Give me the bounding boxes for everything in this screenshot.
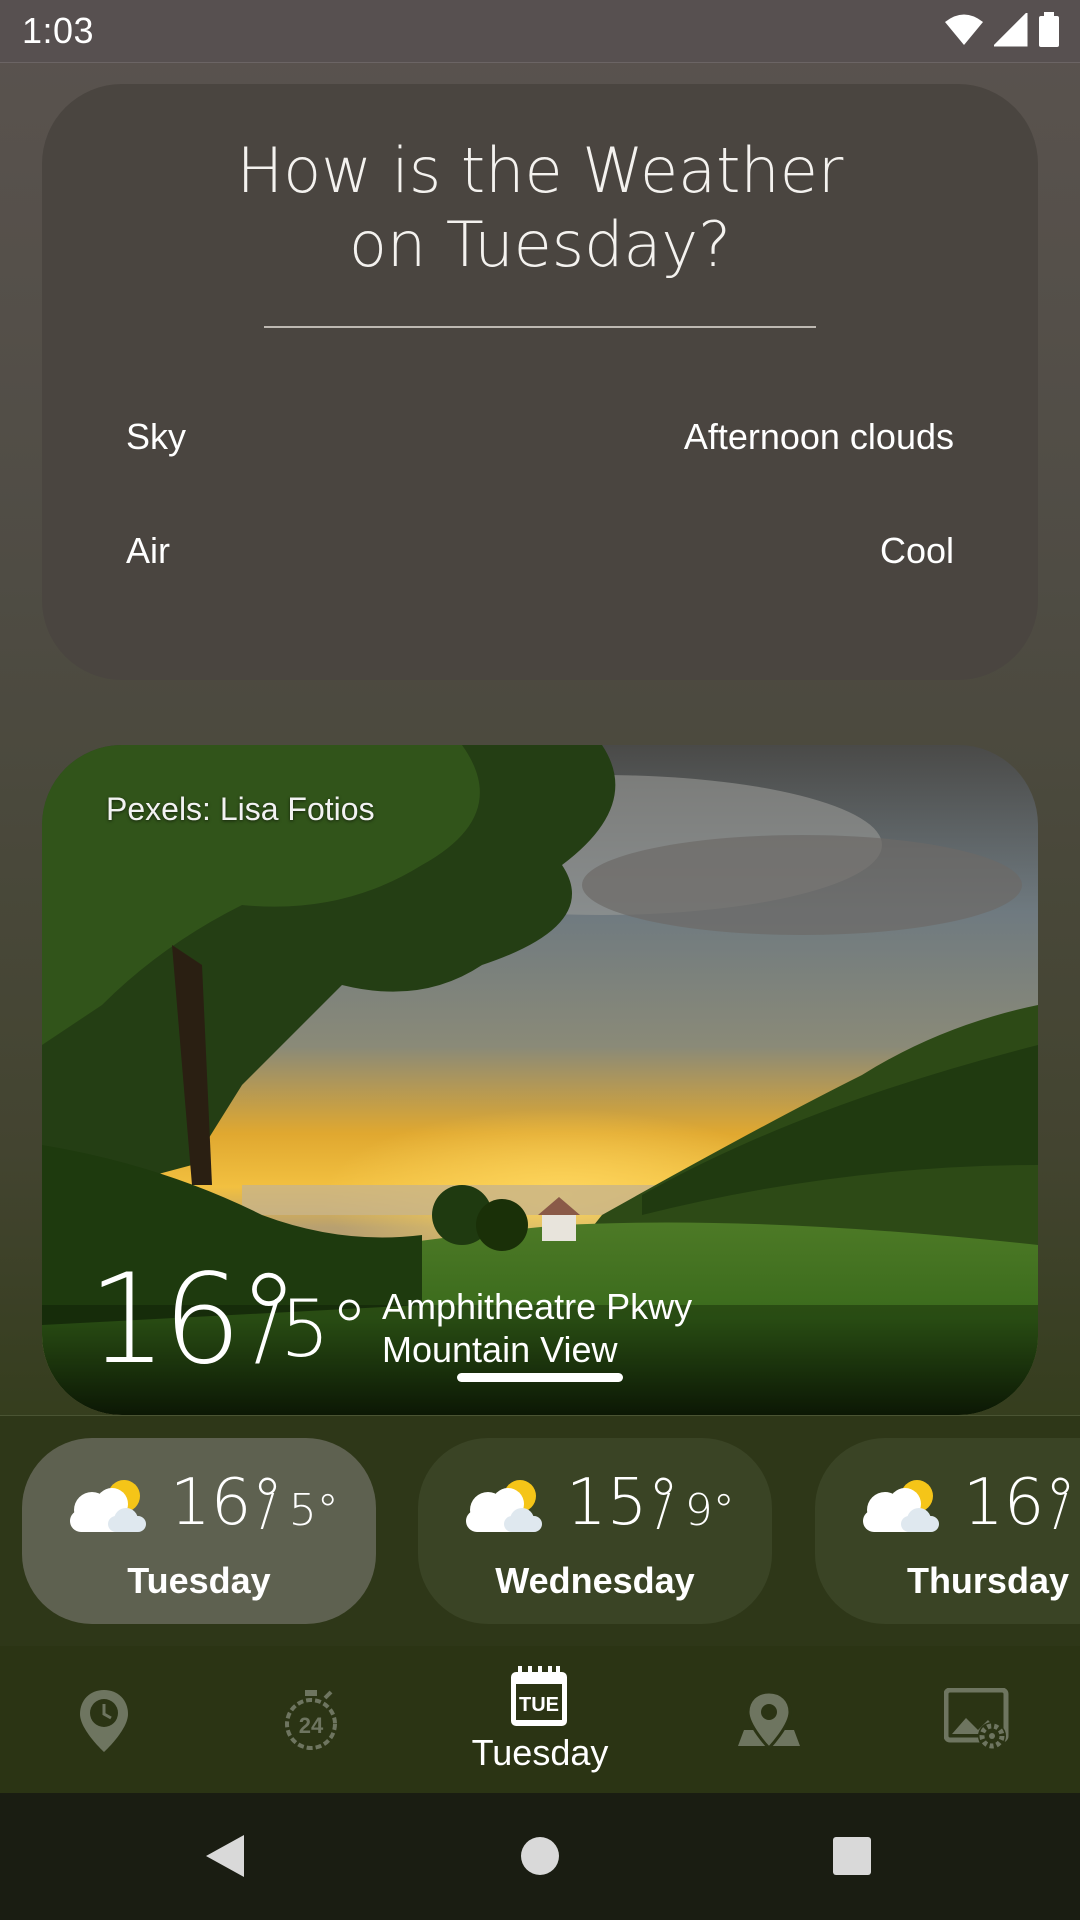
- svg-text:24: 24: [299, 1713, 324, 1738]
- map-pin-icon: [738, 1690, 800, 1751]
- nav-tuesday[interactable]: TUE Tuesday: [440, 1646, 640, 1793]
- status-icons: [944, 12, 1060, 48]
- location: Amphitheatre Pkwy Mountain View: [382, 1285, 692, 1371]
- status-time: 1:03: [22, 10, 95, 51]
- forecast-day-thursday[interactable]: 16° / Thursday: [815, 1438, 1080, 1624]
- title-line-1: How is the Weather: [236, 134, 844, 207]
- air-value: Cool: [879, 530, 954, 571]
- air-label: Air: [126, 530, 170, 571]
- status-bar: 1:03: [0, 0, 1080, 63]
- signal-icon: [994, 13, 1028, 47]
- weather-photo-card[interactable]: Pexels: Lisa Fotios 16° /5° Amphitheatre…: [42, 745, 1038, 1415]
- forecast-low: / 9°: [656, 1485, 735, 1536]
- air-row: Air Cool: [126, 530, 954, 580]
- nav-locations[interactable]: [668, 1646, 868, 1793]
- title-line-2: on Tuesday?: [348, 208, 732, 281]
- bottom-navigation: 24 TUE Tuesday: [0, 1646, 1080, 1793]
- recents-icon[interactable]: [832, 1836, 872, 1876]
- sky-label: Sky: [126, 416, 187, 457]
- location-street: Amphitheatre Pkwy: [382, 1286, 693, 1327]
- location-clock-icon: [80, 1690, 128, 1752]
- forecast-low: /: [1053, 1485, 1068, 1536]
- partly-cloudy-icon: [863, 1480, 939, 1532]
- calendar-tue-icon: TUE: [511, 1666, 567, 1726]
- system-navigation-bar: [0, 1793, 1080, 1920]
- wifi-icon: [945, 14, 983, 45]
- nav-current-location[interactable]: [4, 1646, 204, 1793]
- forecast-day-tuesday[interactable]: 16° / 5° Tuesday: [22, 1438, 376, 1624]
- nav-hourly[interactable]: 24: [211, 1646, 411, 1793]
- image-settings-icon: [944, 1688, 1009, 1750]
- current-low-temp: /5°: [254, 1285, 369, 1375]
- nav-tuesday-label: Tuesday: [471, 1732, 609, 1773]
- nav-image-settings[interactable]: [876, 1646, 1076, 1793]
- location-city: Mountain View: [382, 1329, 618, 1370]
- partly-cloudy-icon: [466, 1480, 542, 1532]
- photo-credit[interactable]: Pexels: Lisa Fotios: [106, 791, 375, 828]
- sky-row: Sky Afternoon clouds: [126, 416, 954, 466]
- forecast-day-name: Wednesday: [495, 1560, 695, 1601]
- home-icon[interactable]: [520, 1836, 560, 1876]
- forecast-day-name: Tuesday: [127, 1560, 271, 1601]
- scroll-indicator: [457, 1373, 623, 1382]
- back-icon[interactable]: [204, 1833, 246, 1879]
- title-divider: [264, 326, 816, 328]
- forecast-day-wednesday[interactable]: 15° / 9° Wednesday: [418, 1438, 772, 1624]
- weather-question-card: How is the Weather on Tuesday? Sky After…: [42, 84, 1038, 680]
- calendar-badge: TUE: [519, 1694, 559, 1716]
- battery-icon: [1039, 12, 1059, 47]
- 24-hour-icon: 24: [285, 1690, 337, 1750]
- forecast-low: / 5°: [260, 1485, 339, 1536]
- partly-cloudy-icon: [70, 1480, 146, 1532]
- weather-question-title: How is the Weather on Tuesday?: [42, 134, 1038, 282]
- sky-value: Afternoon clouds: [683, 416, 954, 457]
- daily-forecast-strip[interactable]: 16° / 5° Tuesday 15° / 9° Wednesday 16° …: [0, 1415, 1080, 1647]
- forecast-day-name: Thursday: [906, 1560, 1069, 1601]
